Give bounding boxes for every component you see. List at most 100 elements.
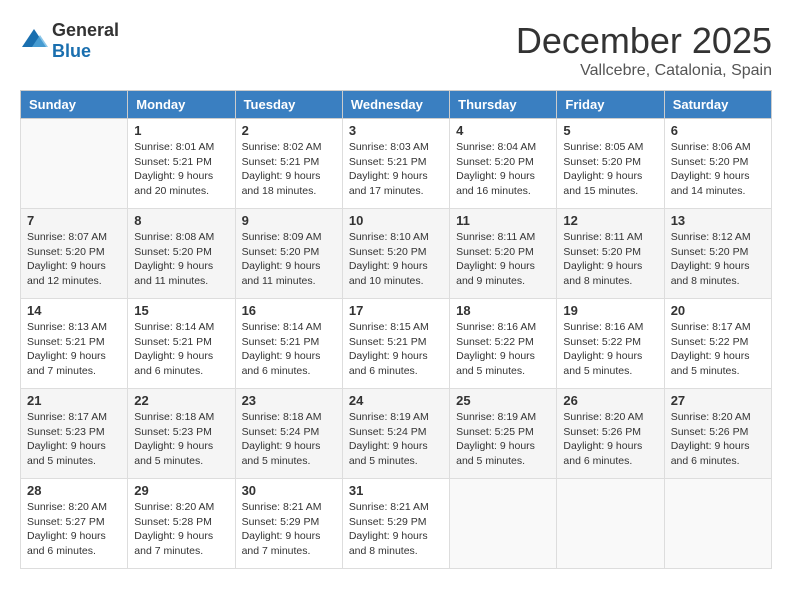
table-row: 2 Sunrise: 8:02 AMSunset: 5:21 PMDaylight… — [235, 119, 342, 209]
table-row: 8 Sunrise: 8:08 AMSunset: 5:20 PMDaylight… — [128, 209, 235, 299]
logo-text: General Blue — [52, 20, 119, 62]
day-info: Sunrise: 8:17 AMSunset: 5:23 PMDaylight:… — [27, 410, 121, 469]
day-number: 9 — [242, 213, 336, 228]
page-header: General Blue December 2025 Vallcebre, Ca… — [20, 20, 772, 80]
day-info: Sunrise: 8:19 AMSunset: 5:24 PMDaylight:… — [349, 410, 443, 469]
day-number: 24 — [349, 393, 443, 408]
day-info: Sunrise: 8:17 AMSunset: 5:22 PMDaylight:… — [671, 320, 765, 379]
header-friday: Friday — [557, 91, 664, 119]
day-info: Sunrise: 8:04 AMSunset: 5:20 PMDaylight:… — [456, 140, 550, 199]
day-info: Sunrise: 8:18 AMSunset: 5:24 PMDaylight:… — [242, 410, 336, 469]
table-row: 24 Sunrise: 8:19 AMSunset: 5:24 PMDayligh… — [342, 389, 449, 479]
table-row — [557, 479, 664, 569]
day-number: 2 — [242, 123, 336, 138]
day-number: 25 — [456, 393, 550, 408]
day-number: 31 — [349, 483, 443, 498]
table-row: 11Sunrise: 8:11 AMSunset: 5:20 PMDayligh… — [450, 209, 557, 299]
week-row-3: 14 Sunrise: 8:13 AMSunset: 5:21 PMDayligh… — [21, 299, 772, 389]
table-row: 13 Sunrise: 8:12 AMSunset: 5:20 PMDayligh… — [664, 209, 771, 299]
day-number: 20 — [671, 303, 765, 318]
day-info: Sunrise: 8:16 AMSunset: 5:22 PMDaylight:… — [456, 320, 550, 379]
table-row: 28 Sunrise: 8:20 AMSunset: 5:27 PMDayligh… — [21, 479, 128, 569]
week-row-5: 28 Sunrise: 8:20 AMSunset: 5:27 PMDayligh… — [21, 479, 772, 569]
week-row-1: 1 Sunrise: 8:01 AMSunset: 5:21 PMDaylight… — [21, 119, 772, 209]
day-info: Sunrise: 8:18 AMSunset: 5:23 PMDaylight:… — [134, 410, 228, 469]
day-info: Sunrise: 8:12 AMSunset: 5:20 PMDaylight:… — [671, 230, 765, 289]
day-number: 3 — [349, 123, 443, 138]
location-title: Vallcebre, Catalonia, Spain — [516, 62, 772, 80]
day-number: 15 — [134, 303, 228, 318]
day-info: Sunrise: 8:09 AMSunset: 5:20 PMDaylight:… — [242, 230, 336, 289]
day-info: Sunrise: 8:13 AMSunset: 5:21 PMDaylight:… — [27, 320, 121, 379]
day-number: 14 — [27, 303, 121, 318]
day-number: 12 — [563, 213, 657, 228]
day-info: Sunrise: 8:06 AMSunset: 5:20 PMDaylight:… — [671, 140, 765, 199]
header-wednesday: Wednesday — [342, 91, 449, 119]
day-info: Sunrise: 8:03 AMSunset: 5:21 PMDaylight:… — [349, 140, 443, 199]
day-info: Sunrise: 8:08 AMSunset: 5:20 PMDaylight:… — [134, 230, 228, 289]
day-number: 19 — [563, 303, 657, 318]
day-info: Sunrise: 8:15 AMSunset: 5:21 PMDaylight:… — [349, 320, 443, 379]
table-row: 16Sunrise: 8:14 AMSunset: 5:21 PMDayligh… — [235, 299, 342, 389]
day-number: 5 — [563, 123, 657, 138]
table-row: 18 Sunrise: 8:16 AMSunset: 5:22 PMDayligh… — [450, 299, 557, 389]
day-number: 28 — [27, 483, 121, 498]
day-info: Sunrise: 8:20 AMSunset: 5:27 PMDaylight:… — [27, 500, 121, 559]
table-row: 1 Sunrise: 8:01 AMSunset: 5:21 PMDaylight… — [128, 119, 235, 209]
day-info: Sunrise: 8:20 AMSunset: 5:26 PMDaylight:… — [563, 410, 657, 469]
table-row: 22 Sunrise: 8:18 AMSunset: 5:23 PMDayligh… — [128, 389, 235, 479]
day-info: Sunrise: 8:05 AMSunset: 5:20 PMDaylight:… — [563, 140, 657, 199]
day-number: 26 — [563, 393, 657, 408]
day-info: Sunrise: 8:16 AMSunset: 5:22 PMDaylight:… — [563, 320, 657, 379]
table-row: 23 Sunrise: 8:18 AMSunset: 5:24 PMDayligh… — [235, 389, 342, 479]
header-tuesday: Tuesday — [235, 91, 342, 119]
day-info: Sunrise: 8:11 AMSunset: 5:20 PMDaylight:… — [563, 230, 657, 289]
day-info: Sunrise: 8:19 AMSunset: 5:25 PMDaylight:… — [456, 410, 550, 469]
day-number: 30 — [242, 483, 336, 498]
day-info: Sunrise: 8:21 AMSunset: 5:29 PMDaylight:… — [349, 500, 443, 559]
table-row: 14 Sunrise: 8:13 AMSunset: 5:21 PMDayligh… — [21, 299, 128, 389]
header-monday: Monday — [128, 91, 235, 119]
table-row — [664, 479, 771, 569]
table-row: 27Sunrise: 8:20 AMSunset: 5:26 PMDayligh… — [664, 389, 771, 479]
day-info: Sunrise: 8:01 AMSunset: 5:21 PMDaylight:… — [134, 140, 228, 199]
day-number: 13 — [671, 213, 765, 228]
day-number: 1 — [134, 123, 228, 138]
day-info: Sunrise: 8:10 AMSunset: 5:20 PMDaylight:… — [349, 230, 443, 289]
header-sunday: Sunday — [21, 91, 128, 119]
day-number: 22 — [134, 393, 228, 408]
table-row: 5 Sunrise: 8:05 AMSunset: 5:20 PMDaylight… — [557, 119, 664, 209]
table-row: 10 Sunrise: 8:10 AMSunset: 5:20 PMDayligh… — [342, 209, 449, 299]
day-info: Sunrise: 8:07 AMSunset: 5:20 PMDaylight:… — [27, 230, 121, 289]
table-row: 19 Sunrise: 8:16 AMSunset: 5:22 PMDayligh… — [557, 299, 664, 389]
table-row: 7Sunrise: 8:07 AMSunset: 5:20 PMDaylight… — [21, 209, 128, 299]
table-row: 9 Sunrise: 8:09 AMSunset: 5:20 PMDaylight… — [235, 209, 342, 299]
table-row — [450, 479, 557, 569]
day-info: Sunrise: 8:20 AMSunset: 5:28 PMDaylight:… — [134, 500, 228, 559]
title-area: December 2025 Vallcebre, Catalonia, Spai… — [516, 20, 772, 80]
day-info: Sunrise: 8:14 AMSunset: 5:21 PMDaylight:… — [242, 320, 336, 379]
table-row: 15Sunrise: 8:14 AMSunset: 5:21 PMDayligh… — [128, 299, 235, 389]
week-row-2: 7Sunrise: 8:07 AMSunset: 5:20 PMDaylight… — [21, 209, 772, 299]
day-number: 8 — [134, 213, 228, 228]
table-row: 29Sunrise: 8:20 AMSunset: 5:28 PMDayligh… — [128, 479, 235, 569]
day-number: 23 — [242, 393, 336, 408]
table-row: 26 Sunrise: 8:20 AMSunset: 5:26 PMDayligh… — [557, 389, 664, 479]
day-number: 21 — [27, 393, 121, 408]
table-row: 12 Sunrise: 8:11 AMSunset: 5:20 PMDayligh… — [557, 209, 664, 299]
week-row-4: 21 Sunrise: 8:17 AMSunset: 5:23 PMDayligh… — [21, 389, 772, 479]
header-saturday: Saturday — [664, 91, 771, 119]
day-number: 10 — [349, 213, 443, 228]
day-number: 17 — [349, 303, 443, 318]
day-number: 11 — [456, 213, 550, 228]
day-info: Sunrise: 8:21 AMSunset: 5:29 PMDaylight:… — [242, 500, 336, 559]
table-row: 31 Sunrise: 8:21 AMSunset: 5:29 PMDayligh… — [342, 479, 449, 569]
day-number: 18 — [456, 303, 550, 318]
day-number: 6 — [671, 123, 765, 138]
table-row — [21, 119, 128, 209]
day-info: Sunrise: 8:02 AMSunset: 5:21 PMDaylight:… — [242, 140, 336, 199]
logo: General Blue — [20, 20, 119, 62]
table-row: 6 Sunrise: 8:06 AMSunset: 5:20 PMDaylight… — [664, 119, 771, 209]
table-row: 20 Sunrise: 8:17 AMSunset: 5:22 PMDayligh… — [664, 299, 771, 389]
table-row: 17 Sunrise: 8:15 AMSunset: 5:21 PMDayligh… — [342, 299, 449, 389]
